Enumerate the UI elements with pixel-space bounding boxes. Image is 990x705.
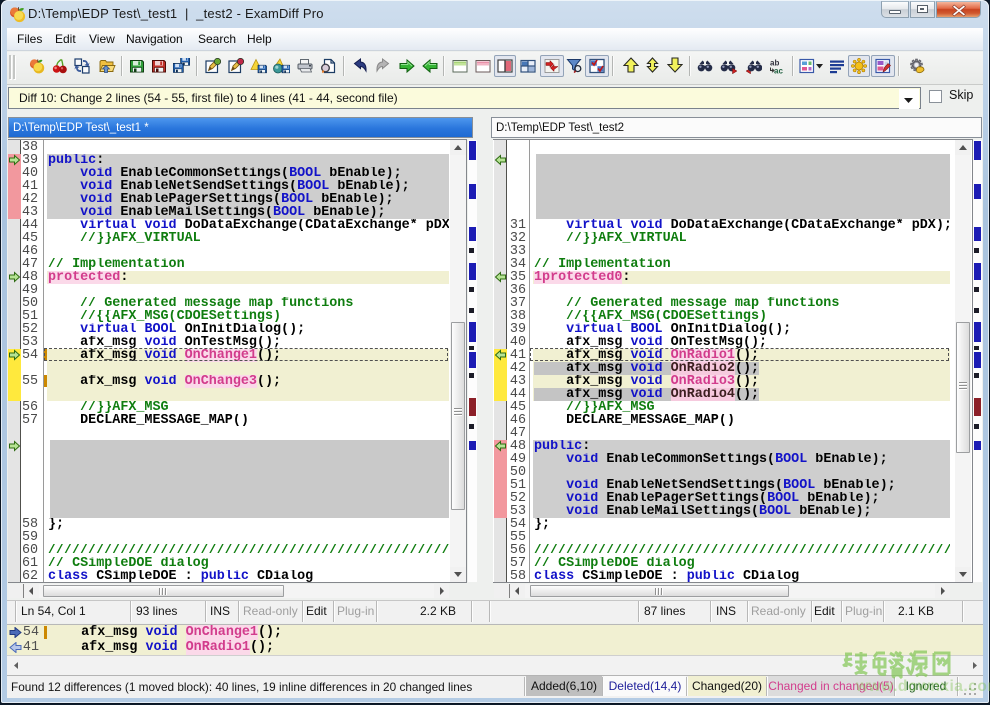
svg-text:ac: ac	[774, 67, 783, 75]
